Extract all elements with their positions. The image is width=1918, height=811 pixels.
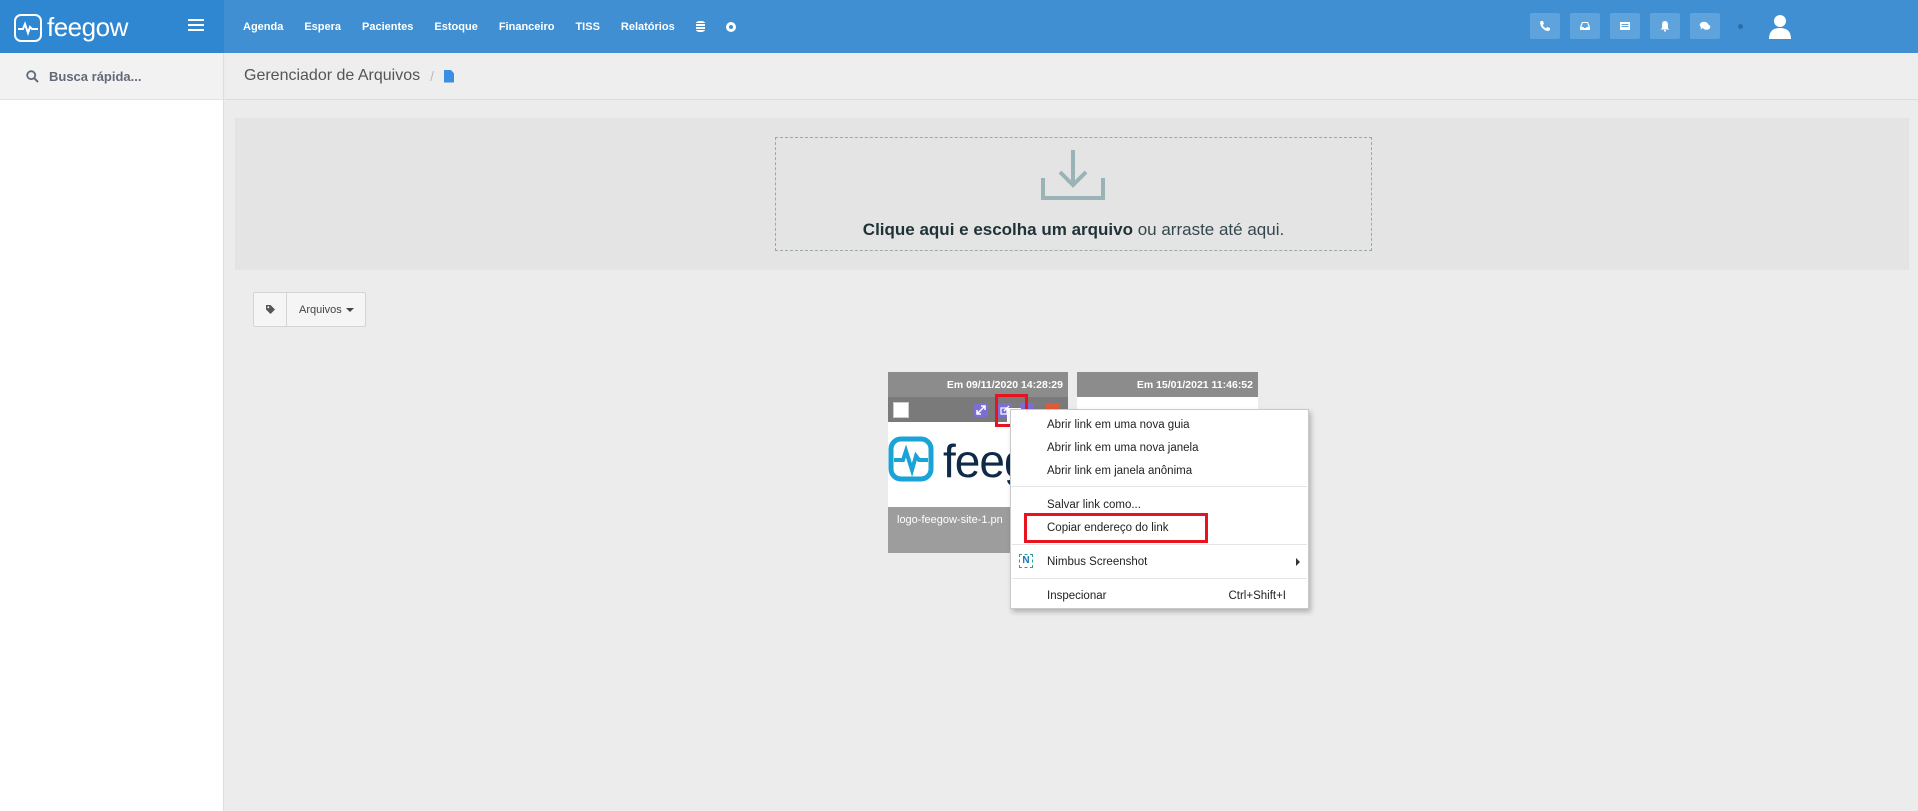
app-logo[interactable]: feegow [14, 12, 128, 43]
dropzone-text-bold: Clique aqui e escolha um arquivo [862, 220, 1133, 239]
feegow-logo-mark-icon [888, 436, 934, 482]
logo-mark-icon [14, 13, 42, 42]
card-button[interactable] [1610, 13, 1640, 39]
brand-area: feegow [0, 0, 224, 53]
upload-panel: Clique aqui e escolha um arquivo ou arra… [235, 118, 1909, 270]
dropzone-text: Clique aqui e escolha um arquivo ou arra… [776, 220, 1371, 240]
menu-divider [1012, 578, 1307, 579]
quick-search[interactable]: Busca rápida... [0, 53, 223, 100]
top-action-buttons [1530, 13, 1730, 39]
chat-button[interactable] [1690, 13, 1720, 39]
file-select-checkbox[interactable] [893, 402, 909, 418]
sidebar: Busca rápida... [0, 53, 224, 811]
submenu-arrow-icon [1296, 558, 1300, 566]
menu-toggle-icon[interactable] [188, 19, 204, 31]
file-card[interactable]: Em 15/01/2021 11:46:52 [1077, 372, 1258, 412]
status-dot-icon [1738, 24, 1743, 29]
menu-save-link[interactable]: Salvar link como... [1047, 495, 1141, 515]
file-date: Em 15/01/2021 11:46:52 [1077, 372, 1258, 397]
nav-relatorios[interactable]: Relatórios [621, 21, 675, 33]
tag-icon [265, 305, 275, 314]
expand-icon[interactable] [974, 403, 988, 417]
gear-icon[interactable] [725, 21, 736, 32]
highlight-copy-link [1024, 513, 1208, 543]
file-filter: Arquivos [253, 292, 366, 327]
context-menu: Abrir link em uma nova guia Abrir link e… [1010, 409, 1309, 609]
menu-open-new-window[interactable]: Abrir link em uma nova janela [1047, 438, 1199, 458]
file-date: Em 09/11/2020 14:28:29 [888, 372, 1068, 397]
menu-open-incognito[interactable]: Abrir link em janela anônima [1047, 461, 1192, 481]
quick-search-label: Busca rápida... [49, 68, 142, 84]
files-dropdown-label: Arquivos [299, 303, 342, 316]
menu-divider [1012, 486, 1307, 487]
caret-down-icon [345, 307, 354, 312]
menu-inspect[interactable]: Inspecionar [1047, 586, 1106, 606]
top-navbar: feegow Agenda Espera Pacientes Estoque F… [0, 0, 1918, 53]
main-nav: Agenda Espera Pacientes Estoque Financei… [243, 0, 757, 53]
menu-divider [1012, 544, 1307, 545]
breadcrumb-separator: / [430, 68, 434, 84]
nav-agenda[interactable]: Agenda [243, 21, 283, 33]
nav-estoque[interactable]: Estoque [434, 21, 477, 33]
bell-icon [1660, 21, 1670, 32]
phone-icon [1540, 21, 1550, 31]
notifications-button[interactable] [1650, 13, 1680, 39]
inbox-icon [1580, 22, 1590, 30]
app-name: feegow [47, 12, 128, 42]
menu-nimbus-screenshot[interactable]: Nimbus Screenshot [1047, 552, 1147, 572]
menu-open-new-tab[interactable]: Abrir link em uma nova guia [1047, 415, 1190, 435]
inbox-button[interactable] [1570, 13, 1600, 39]
files-dropdown[interactable]: Arquivos [287, 293, 365, 326]
dropzone-text-rest: ou arraste até aqui. [1132, 220, 1285, 239]
breadcrumb: Gerenciador de Arquivos / [225, 53, 1918, 100]
page-title: Gerenciador de Arquivos [244, 67, 421, 84]
database-icon[interactable] [695, 21, 705, 32]
file-icon[interactable] [444, 69, 454, 83]
nav-espera[interactable]: Espera [304, 21, 341, 33]
inspect-shortcut: Ctrl+Shift+I [1228, 590, 1286, 602]
user-avatar-icon[interactable] [1768, 13, 1792, 39]
chat-icon [1699, 21, 1711, 30]
id-card-icon [1620, 22, 1630, 30]
tag-button[interactable] [254, 293, 287, 326]
nav-financeiro[interactable]: Financeiro [499, 21, 555, 33]
nav-tiss[interactable]: TISS [575, 21, 599, 33]
search-icon [26, 69, 39, 83]
phone-button[interactable] [1530, 13, 1560, 39]
nav-pacientes[interactable]: Pacientes [362, 21, 413, 33]
nimbus-icon: N [1019, 554, 1033, 568]
download-icon [1041, 150, 1105, 200]
file-dropzone[interactable]: Clique aqui e escolha um arquivo ou arra… [775, 137, 1372, 251]
